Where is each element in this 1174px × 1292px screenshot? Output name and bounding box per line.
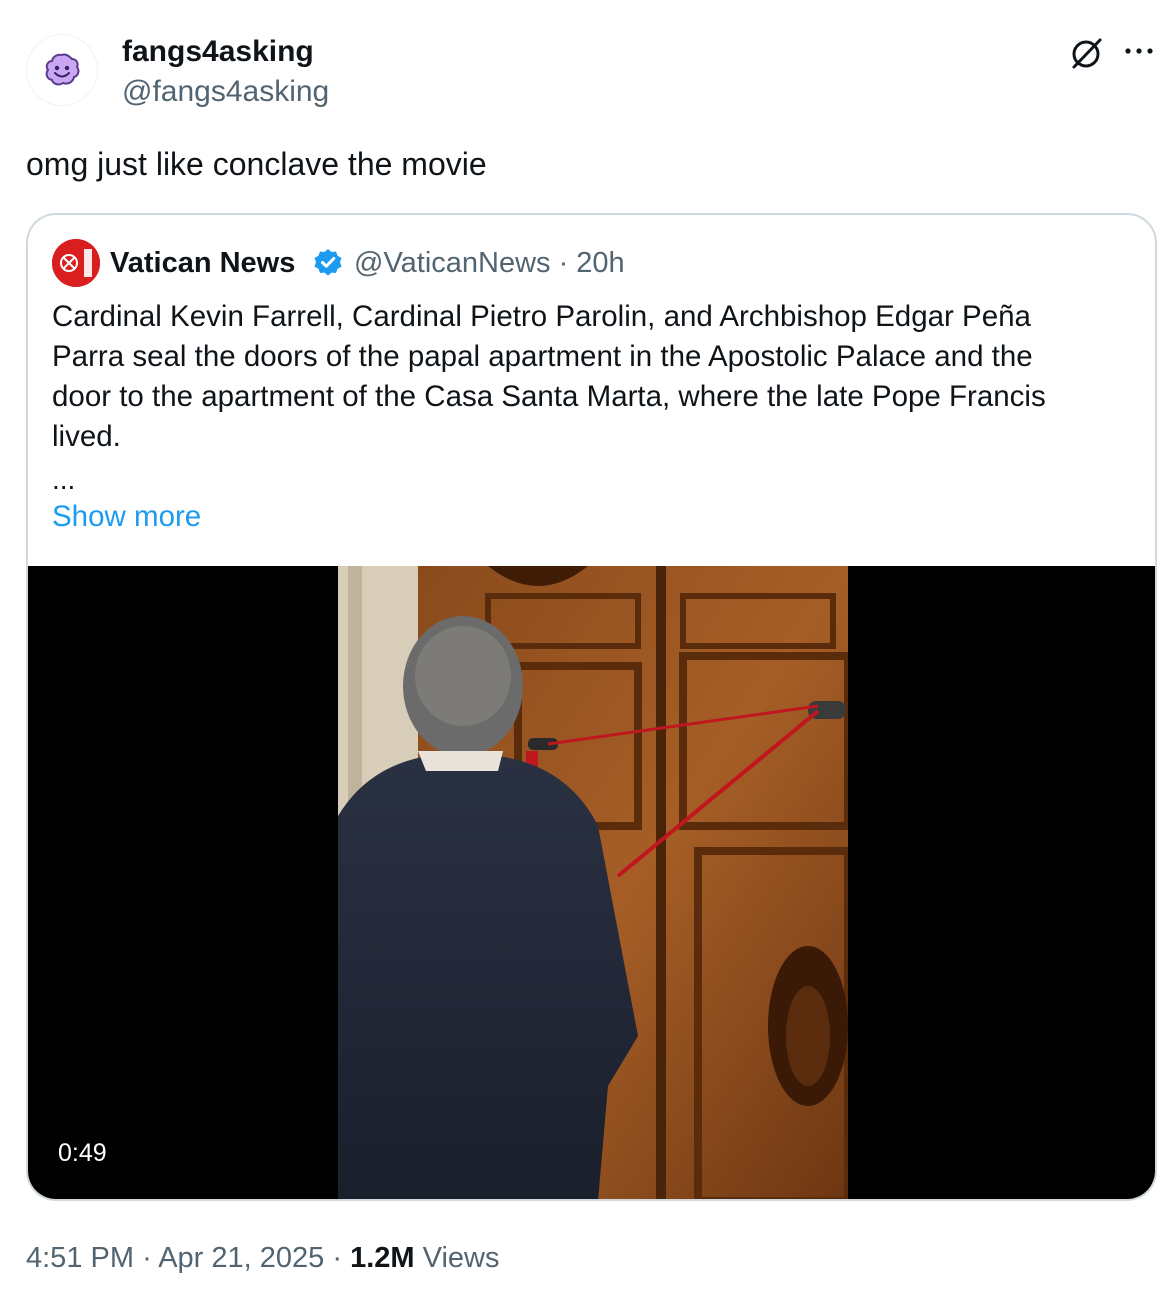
meta-separator: · [142, 1242, 152, 1274]
video-player[interactable]: 0:49 [28, 566, 1155, 1199]
quoted-tweet[interactable]: Vatican News @VaticanNews · 20h Cardinal… [26, 213, 1157, 1201]
video-frame-image [338, 566, 848, 1199]
quoted-text-line: Parra seal the doors of the papal apartm… [52, 340, 1033, 373]
more-horizontal-icon[interactable] [1122, 34, 1156, 68]
post-date[interactable]: Apr 21, 2025 [158, 1242, 324, 1274]
vatican-logo-icon [52, 239, 100, 287]
quoted-handle-and-time: @VaticanNews · 20h [354, 247, 625, 279]
quoted-tweet-text: Cardinal Kevin Farrell, Cardinal Pietro … [52, 297, 1132, 457]
truncation-ellipsis: ... [52, 464, 76, 495]
author-handle[interactable]: @fangs4asking [122, 74, 329, 110]
quoted-author-name[interactable]: Vatican News [110, 245, 295, 281]
author-avatar[interactable] [26, 34, 98, 106]
tweet: fangs4asking @fangs4asking omg just like… [0, 0, 1174, 1292]
quoted-text-line: door to the apartment of the Casa Santa … [52, 380, 1046, 413]
purple-smiley-blob-icon [45, 53, 80, 86]
meta-separator: · [332, 1242, 343, 1274]
video-duration: 0:49 [58, 1139, 107, 1167]
views-count: 1.2M [350, 1242, 415, 1274]
verified-badge-icon [314, 249, 342, 276]
views-label: Views [422, 1242, 500, 1274]
vatican-news-avatar[interactable] [52, 239, 100, 287]
show-more-link[interactable]: Show more [52, 497, 201, 537]
tweet-text: omg just like conclave the movie [26, 146, 487, 182]
tweet-meta: 4:51 PM · Apr 21, 2025 · 1.2M Views [26, 1238, 499, 1278]
quoted-text-line: Cardinal Kevin Farrell, Cardinal Pietro … [52, 300, 1031, 333]
post-time[interactable]: 4:51 PM [26, 1242, 134, 1274]
grok-icon[interactable] [1066, 34, 1106, 74]
author-display-name[interactable]: fangs4asking [122, 34, 314, 70]
quoted-text-line: lived. [52, 420, 121, 453]
